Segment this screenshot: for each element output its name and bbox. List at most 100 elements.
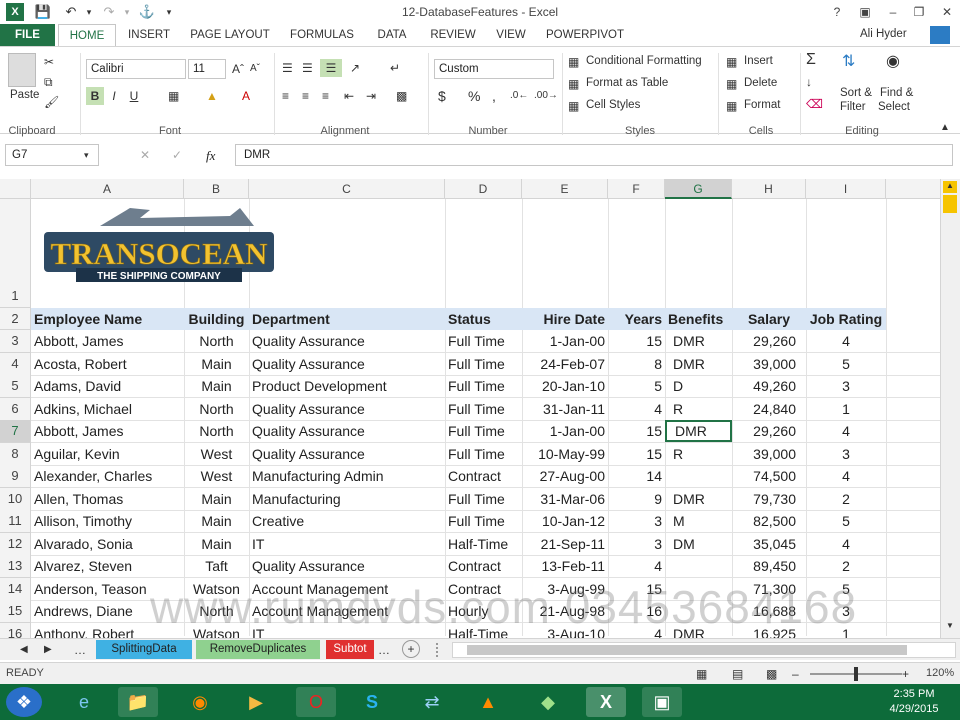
header-status[interactable]: Status — [445, 308, 522, 330]
row-header[interactable]: 5 — [0, 375, 31, 398]
cell-dept[interactable]: Quality Assurance — [249, 420, 445, 442]
fill-color-icon[interactable]: ▲ — [206, 87, 218, 105]
header-benefits[interactable]: Benefits — [665, 308, 732, 330]
zoom-in-icon[interactable]: + — [902, 665, 909, 683]
align-center-icon[interactable]: ≡ — [302, 87, 309, 105]
row-header[interactable]: 11 — [0, 510, 31, 533]
vertical-scrollbar[interactable]: ▲ ▼ — [940, 179, 960, 638]
format-as-table-icon[interactable]: ▦ — [568, 75, 579, 93]
column-header-c[interactable]: C — [249, 179, 445, 199]
row-header[interactable]: 13 — [0, 555, 31, 578]
cell-salary[interactable]: 89,450 — [732, 555, 806, 577]
clear-icon[interactable]: ⌫ — [806, 95, 823, 113]
cell-benefits[interactable]: DMR — [665, 488, 732, 510]
cell-years[interactable]: 9 — [608, 488, 665, 510]
cell-salary[interactable]: 82,500 — [732, 510, 806, 532]
cell-building[interactable]: North — [184, 398, 249, 420]
cell-rating[interactable]: 2 — [806, 488, 886, 510]
cell-building[interactable]: West — [184, 443, 249, 465]
copy-icon[interactable]: ⧉ — [44, 73, 53, 91]
cell-hire[interactable]: 1-Jan-00 — [522, 330, 608, 352]
cell-name[interactable]: Alvarado, Sonia — [31, 533, 184, 555]
comma-button[interactable]: , — [492, 87, 496, 105]
next-sheet-icon[interactable]: ▶ — [44, 641, 52, 659]
align-left-icon[interactable]: ≡ — [282, 87, 289, 105]
binoculars-icon[interactable]: ◉ — [886, 53, 900, 71]
align-right-icon[interactable]: ≡ — [322, 87, 329, 105]
start-button-icon[interactable]: ❖ — [6, 687, 42, 717]
enter-entry-icon[interactable]: ✓ — [172, 146, 182, 164]
tab-file[interactable]: FILE — [0, 24, 55, 46]
sheet-tab-splittingdata[interactable]: SplittingData — [96, 640, 192, 659]
header-salary[interactable]: Salary — [732, 308, 806, 330]
help-icon[interactable]: ? — [826, 2, 848, 22]
column-header-a[interactable]: A — [31, 179, 184, 199]
select-all-corner[interactable] — [0, 179, 31, 199]
cell-years[interactable]: 5 — [608, 375, 665, 397]
cell-years[interactable]: 4 — [608, 398, 665, 420]
cell-hire[interactable]: 10-Jan-12 — [522, 510, 608, 532]
column-header-f[interactable]: F — [608, 179, 665, 199]
cell-dept[interactable]: Creative — [249, 510, 445, 532]
cell-rating[interactable]: 2 — [806, 555, 886, 577]
align-top-icon[interactable]: ☰ — [282, 59, 293, 77]
avatar[interactable] — [930, 26, 950, 44]
tab-home[interactable]: HOME — [58, 24, 116, 46]
tab-data[interactable]: DATA — [371, 24, 413, 46]
cell-name[interactable]: Abbott, James — [31, 420, 184, 442]
tab-insert[interactable]: INSERT — [125, 24, 173, 46]
cell-dept[interactable]: Quality Assurance — [249, 555, 445, 577]
row-header[interactable]: 12 — [0, 532, 31, 556]
font-size-select[interactable]: 11 — [188, 59, 226, 79]
cell-years[interactable]: 3 — [608, 533, 665, 555]
cell-rating[interactable]: 3 — [806, 443, 886, 465]
cell-dept[interactable]: Manufacturing — [249, 488, 445, 510]
cell-status[interactable]: Full Time — [445, 375, 522, 397]
row-header[interactable]: 4 — [0, 352, 31, 376]
align-bottom-icon[interactable]: ☰ — [320, 59, 342, 77]
cell-years[interactable]: 15 — [608, 330, 665, 352]
page-layout-view-icon[interactable]: ▤ — [732, 665, 743, 683]
scrollbar-thumb[interactable] — [943, 195, 957, 213]
align-middle-icon[interactable]: ☰ — [302, 59, 313, 77]
increase-indent-icon[interactable]: ⇥ — [366, 87, 376, 105]
row-header[interactable]: 3 — [0, 330, 31, 353]
format-cells-button[interactable]: Format — [744, 99, 780, 111]
sort-filter-icon[interactable]: ⇅ — [842, 53, 855, 71]
underline-button[interactable]: U — [126, 87, 142, 105]
clock-time[interactable]: 2:35 PM — [886, 688, 942, 700]
find-select-button-line2[interactable]: Select — [878, 101, 910, 113]
cell-status[interactable]: Contract — [445, 465, 522, 487]
horizontal-scrollbar-thumb[interactable] — [467, 645, 907, 655]
cell-hire[interactable]: 10-May-99 — [522, 443, 608, 465]
merge-center-icon[interactable]: ▩ — [396, 87, 407, 105]
media-player-icon[interactable]: ▶ — [236, 687, 276, 717]
cell-rating[interactable]: 3 — [806, 375, 886, 397]
find-select-button[interactable]: Find & — [880, 87, 913, 99]
scroll-up-icon[interactable]: ▲ — [943, 181, 957, 193]
decrease-indent-icon[interactable]: ⇤ — [344, 87, 354, 105]
cell-name[interactable]: Adams, David — [31, 375, 184, 397]
cell-styles-button[interactable]: Cell Styles — [586, 99, 640, 111]
cell-hire[interactable]: 13-Feb-11 — [522, 555, 608, 577]
cell-benefits[interactable]: DMR — [665, 330, 732, 352]
tab-powerpivot[interactable]: POWERPIVOT — [543, 24, 627, 46]
sort-filter-button[interactable]: Sort & — [840, 87, 872, 99]
borders-icon[interactable]: ▦ — [168, 87, 179, 105]
cell-status[interactable]: Full Time — [445, 398, 522, 420]
row-header[interactable]: 7 — [0, 420, 31, 443]
tab-review[interactable]: REVIEW — [427, 24, 479, 46]
cell-rating[interactable]: 4 — [806, 420, 886, 442]
cell-years[interactable]: 4 — [608, 555, 665, 577]
cell-rating[interactable]: 5 — [806, 510, 886, 532]
cell-dept[interactable]: Quality Assurance — [249, 353, 445, 375]
row-header[interactable]: 10 — [0, 487, 31, 511]
cell-years[interactable]: 8 — [608, 353, 665, 375]
sheet-tab-subtotals[interactable]: Subtot — [326, 640, 374, 659]
cell-benefits[interactable] — [665, 555, 732, 577]
bold-button[interactable]: B — [86, 87, 104, 105]
cell-name[interactable]: Allison, Timothy — [31, 510, 184, 532]
italic-button[interactable]: I — [106, 87, 122, 105]
percent-button[interactable]: % — [468, 87, 480, 105]
cell-rating[interactable]: 4 — [806, 330, 886, 352]
